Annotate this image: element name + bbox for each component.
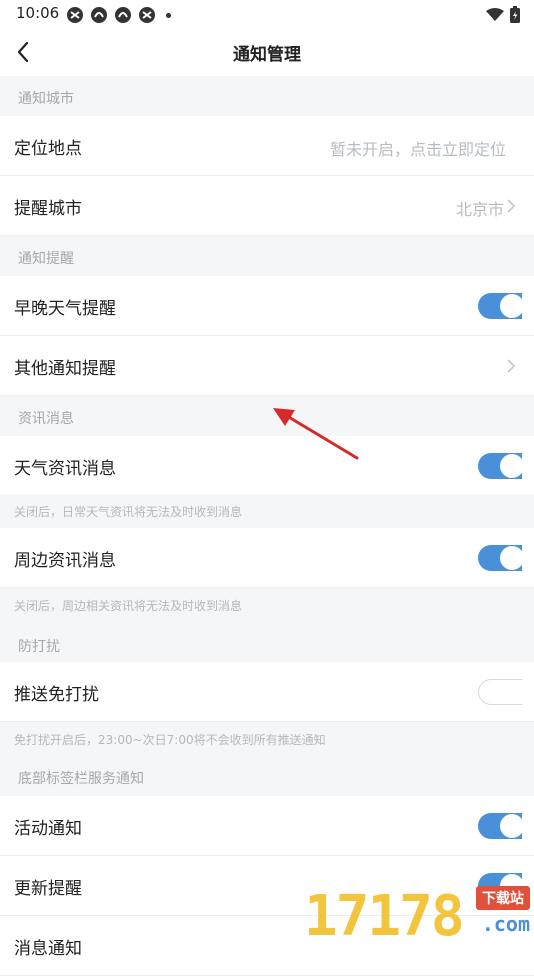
section-title: 通知提醒 [18, 251, 74, 267]
annotation-arrow-icon [273, 408, 359, 460]
push-dnd-row: 推送免打扰 [0, 662, 534, 722]
watermark-digits: 17178 [304, 884, 465, 949]
morning-evening-toggle[interactable] [478, 293, 524, 319]
battery-icon [510, 6, 520, 23]
activity-toggle[interactable] [478, 813, 524, 839]
other-reminder-row[interactable]: 其他通知提醒 [0, 336, 534, 396]
nav-bar: 通知管理 [0, 28, 534, 76]
location-value: 暂未开启，点击立即定位 [329, 140, 506, 159]
section-title: 资讯消息 [18, 411, 74, 427]
nearby-news-toggle[interactable] [478, 545, 524, 571]
message-label: 消息通知 [14, 939, 82, 959]
notification-icon-2 [91, 7, 107, 23]
status-time: 10:06 [16, 4, 60, 22]
watermark-badge: 下载站 [476, 886, 530, 910]
watermark-sub: .com [481, 912, 530, 936]
section-header-dnd: 防打扰 [0, 624, 534, 664]
morning-evening-label: 早晚天气提醒 [14, 299, 116, 319]
update-label: 更新提醒 [14, 879, 82, 899]
status-notification-icons [66, 6, 171, 24]
section-header-reminder: 通知提醒 [0, 236, 534, 276]
chevron-right-icon [506, 358, 516, 374]
section-header-tabbar: 底部标签栏服务通知 [0, 756, 534, 796]
activity-row: 活动通知 [0, 796, 534, 856]
morning-evening-row: 早晚天气提醒 [0, 276, 534, 336]
location-label: 定位地点 [14, 139, 82, 159]
section-title: 底部标签栏服务通知 [18, 771, 144, 787]
page-title: 通知管理 [233, 45, 301, 65]
hint-text: 关闭后，周边相关资讯将无法及时收到消息 [14, 599, 243, 613]
reminder-city-label: 提醒城市 [14, 199, 82, 219]
weather-news-hint: 关闭后，日常天气资讯将无法及时收到消息 [0, 494, 534, 528]
status-more-dot [166, 12, 171, 18]
section-title: 防打扰 [18, 639, 60, 655]
hint-text: 关闭后，日常天气资讯将无法及时收到消息 [14, 505, 243, 519]
hint-text: 免打扰开启后，23:00~次日7:00将不会收到所有推送通知 [14, 733, 326, 747]
nearby-news-hint: 关闭后，周边相关资讯将无法及时收到消息 [0, 588, 534, 622]
reminder-city-row[interactable]: 提醒城市 北京市 [0, 176, 534, 236]
status-bar: 10:06 [0, 0, 534, 28]
activity-label: 活动通知 [14, 819, 82, 839]
push-dnd-hint: 免打扰开启后，23:00~次日7:00将不会收到所有推送通知 [0, 722, 534, 756]
chevron-right-icon [506, 198, 516, 214]
push-dnd-label: 推送免打扰 [14, 685, 99, 705]
other-reminder-label: 其他通知提醒 [14, 359, 116, 379]
nearby-news-row: 周边资讯消息 [0, 528, 534, 588]
location-row[interactable]: 定位地点 暂未开启，点击立即定位 [0, 116, 534, 176]
wifi-icon [486, 7, 504, 21]
notification-icon-1 [67, 7, 83, 23]
watermark-logo: 17178 下载站 .com [304, 880, 534, 950]
status-right-icons [486, 6, 520, 23]
section-title: 通知城市 [18, 91, 74, 107]
notification-icon-3 [115, 7, 131, 23]
section-header-city: 通知城市 [0, 76, 534, 116]
nearby-news-label: 周边资讯消息 [14, 551, 116, 571]
reminder-city-value: 北京市 [455, 200, 504, 219]
notification-icon-4 [139, 7, 155, 23]
weather-news-toggle[interactable] [478, 453, 524, 479]
weather-news-label: 天气资讯消息 [14, 459, 116, 479]
push-dnd-toggle[interactable] [478, 679, 522, 705]
